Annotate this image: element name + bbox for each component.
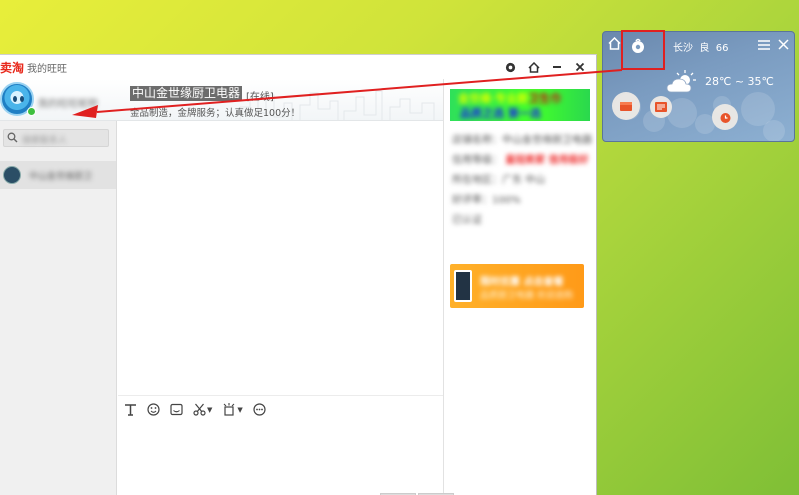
widget-shop-button[interactable] bbox=[612, 92, 640, 120]
shop-name[interactable]: 中山金世缘厨卫电器 bbox=[130, 86, 243, 101]
promo-line1: 限时优惠 点击查看 bbox=[480, 277, 564, 288]
promo-line2: 品质厨卫电器 欢迎选购 bbox=[480, 291, 573, 301]
search-placeholder: 搜索联系人 bbox=[22, 136, 68, 146]
news-icon bbox=[655, 102, 667, 112]
shop-status: [在线] bbox=[246, 92, 274, 103]
info-rating: 好评率：100% bbox=[452, 195, 521, 206]
search-input[interactable]: 搜索联系人 bbox=[3, 129, 109, 147]
shop-icon bbox=[620, 102, 632, 111]
info-credit: 信用等级： 皇冠卖家 信用极好 bbox=[452, 155, 589, 166]
shake-window-icon bbox=[224, 403, 235, 416]
avatar-eye bbox=[13, 96, 17, 102]
gear-icon bbox=[505, 62, 516, 72]
window-controls bbox=[501, 58, 589, 76]
home-icon bbox=[527, 61, 540, 73]
scissors-icon bbox=[193, 403, 206, 416]
chat-window: 卖淘 我的旺旺 中山金世缘厨卫电器 [在线] 金品制造，金牌服务；认真做足100… bbox=[0, 54, 597, 495]
message-history[interactable] bbox=[118, 121, 443, 395]
home-icon[interactable] bbox=[608, 37, 621, 50]
input-toolbar: ▼ ▼ bbox=[118, 395, 443, 423]
sticker-button[interactable] bbox=[170, 403, 183, 416]
minimize-icon bbox=[552, 66, 561, 68]
shop-info-panel: 金世缘·专业厨卫生巾 品质之选 第一选 店铺名称：中山金世缘厨卫电器 信用等级：… bbox=[444, 79, 596, 495]
sticker-icon bbox=[170, 403, 183, 416]
weather-city[interactable]: 长沙 良 66 bbox=[673, 39, 728, 54]
app-mascot-icon[interactable] bbox=[630, 38, 646, 54]
contact-name: 中山金世缘厨卫 bbox=[29, 171, 93, 182]
temperature-range: 28℃ ~ 35℃ bbox=[705, 75, 774, 88]
home-button[interactable] bbox=[524, 58, 543, 76]
contacts-pane: 搜索联系人 中山金世缘厨卫 bbox=[0, 121, 117, 495]
list-item[interactable]: 中山金世缘厨卫 bbox=[0, 161, 116, 189]
close-button[interactable] bbox=[570, 58, 589, 76]
weather-widget: 长沙 良 66 28℃ ~ 35℃ bbox=[602, 31, 795, 142]
info-shop-name: 店铺名称：中山金世缘厨卫电器 bbox=[452, 135, 592, 146]
close-icon[interactable] bbox=[778, 39, 789, 50]
avatar-eye bbox=[20, 96, 24, 102]
banner-line2: 品质之选 第一选 bbox=[460, 107, 541, 120]
screenshot-button[interactable]: ▼ bbox=[193, 403, 212, 416]
more-button[interactable] bbox=[253, 403, 266, 416]
banner-line1: 金世缘·专业厨卫生巾 bbox=[458, 92, 562, 105]
promo-banner[interactable]: 限时优惠 点击查看 品质厨卫电器 欢迎选购 bbox=[450, 264, 584, 308]
app-subtitle: 我的旺旺 bbox=[27, 63, 68, 75]
shop-banner[interactable]: 金世缘·专业厨卫生巾 品质之选 第一选 bbox=[450, 89, 590, 121]
chevron-down-icon: ▼ bbox=[207, 405, 213, 414]
alarm-clock-icon bbox=[720, 112, 730, 123]
close-icon bbox=[575, 62, 584, 72]
shop-slogan: 金品制造，金牌服务；认真做足100分！ bbox=[130, 108, 301, 119]
my-nickname[interactable]: 我的旺旺昵称 bbox=[38, 95, 98, 110]
search-icon bbox=[7, 132, 18, 143]
title-bar: 卖淘 我的旺旺 bbox=[0, 55, 597, 79]
menu-icon[interactable] bbox=[758, 40, 770, 50]
contact-avatar bbox=[3, 166, 21, 184]
minimize-button[interactable] bbox=[547, 58, 566, 76]
message-input[interactable] bbox=[118, 423, 443, 495]
more-icon bbox=[253, 403, 266, 416]
chevron-down-icon: ▼ bbox=[237, 405, 243, 414]
shake-button[interactable]: ▼ bbox=[222, 403, 243, 416]
partly-cloudy-icon bbox=[666, 70, 696, 93]
emoji-icon bbox=[147, 403, 160, 416]
settings-button[interactable] bbox=[501, 58, 520, 76]
widget-alarm-button[interactable] bbox=[712, 104, 738, 130]
info-verified: 已认证 bbox=[452, 215, 482, 226]
emoji-button[interactable] bbox=[147, 403, 160, 416]
widget-news-button[interactable] bbox=[650, 96, 672, 118]
info-location: 所在地区：广东 中山 bbox=[452, 175, 546, 186]
app-brand: 卖淘 bbox=[0, 60, 25, 75]
online-status-dot bbox=[27, 107, 36, 116]
phone-icon bbox=[454, 270, 472, 302]
font-icon bbox=[125, 404, 136, 416]
font-button[interactable] bbox=[124, 403, 137, 416]
